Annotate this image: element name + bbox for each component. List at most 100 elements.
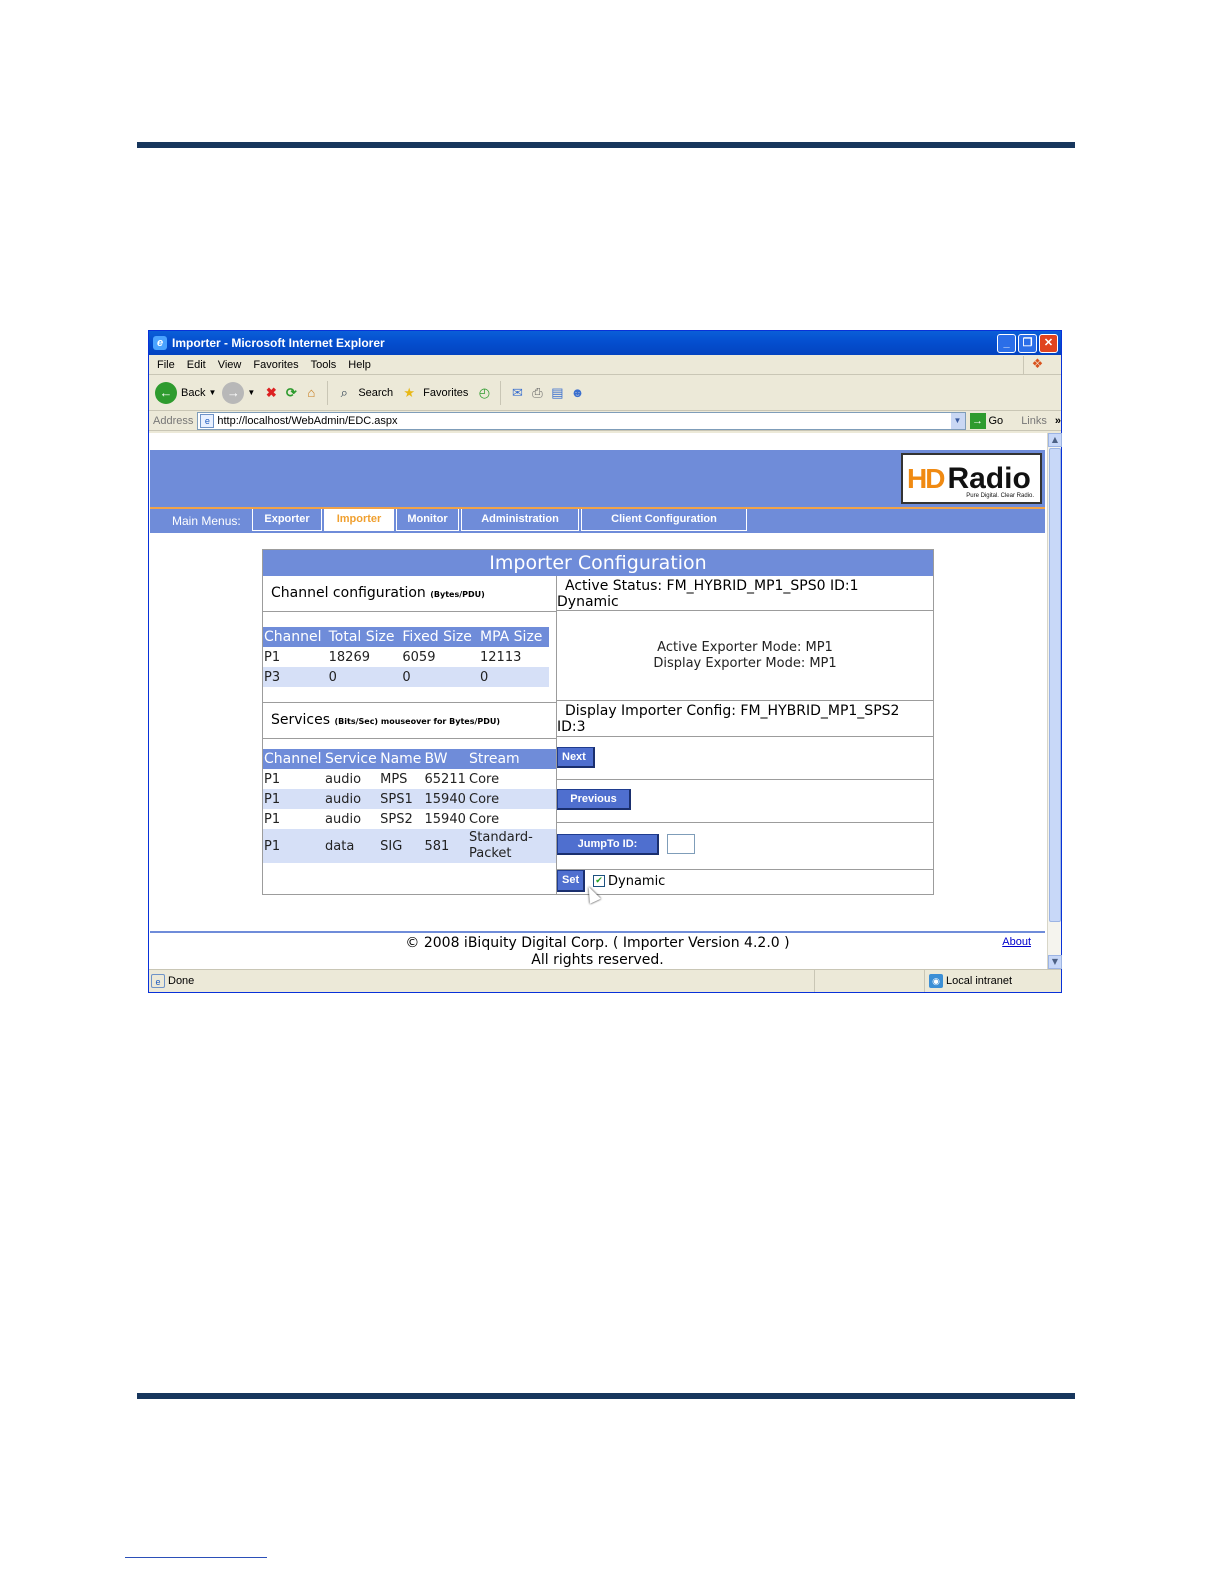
column-header: Channel: [263, 749, 324, 769]
close-button[interactable]: ✕: [1039, 333, 1058, 353]
footnote-rule: [125, 1557, 267, 1558]
forward-arrow-icon: →: [222, 381, 245, 404]
links-button[interactable]: Links»: [1021, 415, 1061, 427]
cell: P1: [264, 771, 281, 787]
column-header: MPA Size: [479, 627, 549, 647]
scroll-thumb[interactable]: [1049, 448, 1061, 922]
left-column: Channel configuration (Bytes/PDU) Channe…: [263, 576, 557, 894]
set-button[interactable]: Set: [557, 870, 585, 892]
edit-icon[interactable]: ▤: [547, 383, 567, 403]
channel-config-heading: Channel configuration (Bytes/PDU): [263, 576, 556, 612]
cell: audio: [325, 811, 362, 827]
nav-importer[interactable]: Importer: [324, 509, 394, 531]
go-button[interactable]: → Go: [969, 412, 1003, 429]
title-bar: e Importer - Microsoft Internet Explorer…: [149, 331, 1061, 355]
cell: SPS2: [380, 811, 413, 827]
rights-text: All rights reserved.: [531, 952, 664, 968]
cell: 15940: [423, 789, 468, 809]
security-zone: ◉ Local intranet: [925, 974, 1012, 988]
restore-button[interactable]: ❐: [1018, 333, 1037, 353]
previous-row: Previous: [557, 780, 933, 823]
column-header: Total Size: [327, 627, 402, 647]
channel-table-wrap: Channel Total Size Fixed Size MPA Size P…: [263, 612, 556, 703]
column-header: Service: [324, 749, 380, 769]
favorites-button[interactable]: ★ Favorites: [399, 383, 468, 403]
page-icon: e: [151, 974, 165, 988]
star-icon: ★: [403, 384, 415, 400]
status-cell: [815, 970, 925, 992]
menu-help[interactable]: Help: [348, 359, 371, 371]
table-header: Channel Service Name BW Stream: [263, 749, 556, 769]
cell: 0: [327, 667, 402, 687]
previous-button[interactable]: Previous: [557, 789, 631, 810]
cell: Core: [468, 789, 556, 809]
menu-favorites[interactable]: Favorites: [253, 359, 298, 371]
cell: Core: [469, 771, 500, 787]
menu-tools[interactable]: Tools: [311, 359, 337, 371]
table-row: P1 audio MPS 65211 Core: [263, 769, 556, 789]
status-text: e Done: [149, 970, 815, 992]
column-header: Stream: [468, 749, 556, 769]
right-column: Active Status: FM_HYBRID_MP1_SPS0 ID:1 D…: [557, 576, 933, 904]
display-importer-config: Display Importer Config: FM_HYBRID_MP1_S…: [557, 701, 933, 737]
cell: 15940: [424, 811, 466, 827]
menu-view[interactable]: View: [218, 359, 242, 371]
cell: MPS: [380, 771, 408, 787]
menu-file[interactable]: File: [157, 359, 175, 371]
active-status: Active Status: FM_HYBRID_MP1_SPS0 ID:1 D…: [557, 576, 933, 611]
table-row: P1 audio SPS2 15940 Core: [263, 809, 556, 829]
scroll-up-icon[interactable]: ▲: [1048, 433, 1062, 447]
about-link[interactable]: About: [1002, 934, 1031, 951]
address-input[interactable]: e http://localhost/WebAdmin/EDC.aspx ▼: [197, 411, 966, 430]
cell: 18269: [328, 649, 370, 665]
nav-exporter[interactable]: Exporter: [252, 509, 322, 531]
panel-title: Importer Configuration: [263, 550, 933, 576]
jump-to-id-button[interactable]: JumpTo ID:: [557, 834, 659, 855]
refresh-icon[interactable]: ⟳: [281, 383, 301, 403]
menu-edit[interactable]: Edit: [187, 359, 206, 371]
next-row: Next: [557, 737, 933, 780]
stop-icon[interactable]: ✖: [261, 383, 281, 403]
toolbar-separator: [500, 380, 502, 405]
window-title: Importer - Microsoft Internet Explorer: [172, 336, 385, 350]
cell: P3: [263, 667, 328, 687]
channel-table: Channel Total Size Fixed Size MPA Size P…: [263, 627, 549, 687]
home-icon[interactable]: ⌂: [301, 383, 321, 403]
table-row: P1 data SIG 581 Standard-Packet: [263, 829, 556, 863]
forward-button[interactable]: → ▼: [222, 381, 255, 404]
next-button[interactable]: Next: [557, 747, 595, 768]
exporter-modes: Active Exporter Mode: MP1 Display Export…: [557, 611, 933, 701]
column-header: Name: [379, 749, 424, 769]
scroll-down-icon[interactable]: ▼: [1048, 955, 1062, 969]
back-button[interactable]: ← Back ▼: [155, 381, 217, 404]
table-row: P1 audio SPS1 15940 Core: [263, 789, 556, 809]
address-bar: Address e http://localhost/WebAdmin/EDC.…: [149, 411, 1061, 431]
site-footer: © 2008 iBiquity Digital Corp. ( Importer…: [150, 931, 1045, 969]
messenger-icon[interactable]: ☻: [567, 383, 587, 403]
print-icon[interactable]: ⎙: [527, 383, 547, 403]
history-icon[interactable]: ◴: [474, 383, 494, 403]
search-button[interactable]: ⌕ Search: [334, 383, 394, 403]
mouse-cursor-icon: [583, 884, 601, 904]
jump-row: JumpTo ID:: [557, 823, 933, 870]
address-dropdown-icon[interactable]: ▼: [950, 412, 965, 429]
cell: SPS1: [379, 789, 424, 809]
services-table-wrap: Channel Service Name BW Stream P1 audio …: [263, 739, 556, 863]
cell: audio: [325, 771, 362, 787]
mail-icon[interactable]: ✉: [507, 383, 527, 403]
nav-administration[interactable]: Administration: [461, 509, 579, 531]
cell: 6059: [402, 649, 436, 665]
set-row: Set ✔ Dynamic: [557, 870, 933, 904]
nav-client-configuration[interactable]: Client Configuration: [581, 509, 747, 531]
menu-bar: File Edit View Favorites Tools Help ❖: [149, 355, 1061, 375]
dropdown-arrow-icon: ▼: [208, 388, 217, 397]
table-row: P1 18269 6059 12113: [263, 647, 549, 667]
ie-icon: e: [153, 336, 167, 350]
jump-to-id-input[interactable]: [667, 834, 696, 854]
page-icon: e: [200, 413, 215, 428]
cell: Core: [469, 811, 500, 827]
minimize-button[interactable]: _: [997, 333, 1016, 353]
nav-monitor[interactable]: Monitor: [396, 509, 459, 531]
vertical-scrollbar[interactable]: ▲ ▼: [1047, 433, 1062, 969]
cell: P1: [263, 789, 324, 809]
